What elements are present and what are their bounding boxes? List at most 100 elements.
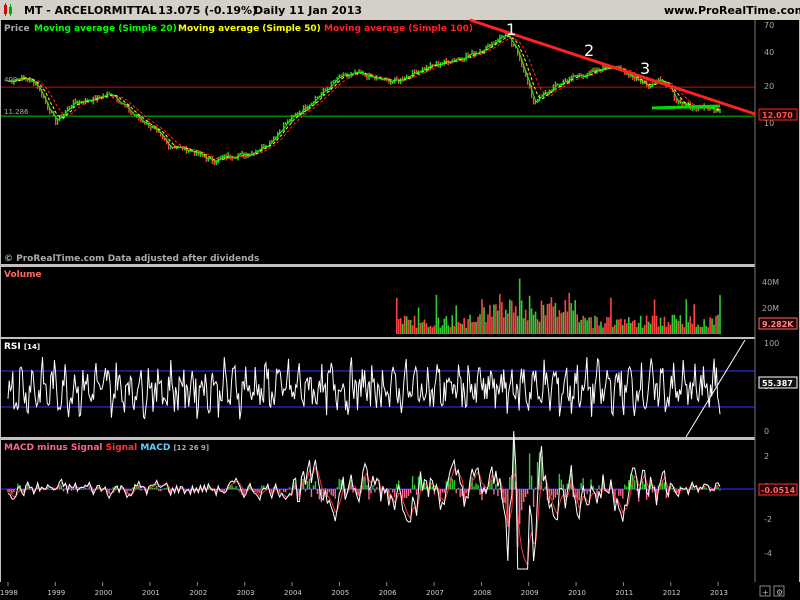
volume-bar — [451, 315, 454, 334]
volume-bar — [655, 315, 658, 334]
macd-tick-neg4: -4 — [764, 549, 772, 558]
volume-bar — [544, 315, 547, 334]
macd-hist-bar — [110, 489, 112, 490]
volume-bar — [627, 317, 630, 334]
macd-hist-bar — [304, 489, 307, 492]
x-tick-label: 2011 — [615, 589, 633, 597]
volume-bar — [639, 315, 642, 334]
volume-bar — [657, 326, 660, 334]
zoom-icon: + — [762, 588, 769, 597]
macd-hist-bar — [598, 485, 600, 490]
macd-hist-bar — [261, 485, 263, 490]
x-tick-label: 2005 — [331, 589, 349, 597]
volume-bar — [435, 294, 438, 334]
macd-hist-bar — [552, 489, 555, 500]
price-tick-70: 70 — [764, 21, 774, 30]
volume-bar — [643, 324, 646, 334]
macd-hist-bar — [717, 486, 719, 490]
macd-hist-bar — [306, 481, 309, 490]
period-label: Daily 11 Jan 2013 — [254, 4, 362, 17]
volume-bar — [612, 326, 614, 334]
macd-macd-label: MACD — [140, 443, 170, 453]
macd-hist-bar — [457, 487, 459, 490]
volume-bar — [614, 324, 616, 334]
macd-hist-bar — [473, 486, 475, 490]
macd-hist-bar — [671, 488, 674, 490]
volume-bar — [526, 320, 529, 334]
volume-bar — [594, 315, 596, 334]
x-tick-label: 2006 — [379, 589, 397, 597]
macd-hist-bar — [495, 484, 497, 490]
macd-hist-bar — [330, 489, 332, 496]
volume-bar — [403, 315, 406, 334]
macd-hist-bar — [477, 484, 479, 490]
macd-hist-bar — [455, 489, 457, 494]
macd-hist-bar — [152, 487, 154, 490]
site-label[interactable]: www.ProRealTime.com — [664, 4, 800, 17]
macd-hist-bar — [558, 473, 561, 490]
macd-hist-bar — [415, 489, 418, 495]
macd-hist-bar — [372, 484, 374, 490]
x-tick-label: 2000 — [95, 589, 113, 597]
volume-bar — [570, 303, 573, 334]
volume-bar — [415, 327, 418, 334]
macd-hist-bar — [431, 486, 434, 490]
volume-bar — [637, 322, 640, 334]
macd-hist-bar — [74, 486, 77, 490]
volume-bar — [606, 317, 608, 334]
volume-bar — [477, 316, 479, 334]
volume-bar — [608, 317, 610, 334]
volume-bar — [501, 301, 503, 334]
volume-bar — [528, 295, 531, 334]
macd-hist-bar — [586, 489, 588, 495]
volume-bar — [647, 321, 650, 334]
volume-bar — [667, 321, 670, 334]
gear-icon: ⚙ — [776, 588, 783, 597]
macd-hist-bar — [596, 489, 598, 496]
macd-hist-bar — [520, 489, 523, 511]
volume-bar — [624, 319, 626, 334]
volume-bar — [693, 304, 696, 334]
volume-bar — [592, 327, 594, 334]
volume-bar — [503, 317, 505, 334]
macd-hist-bar — [705, 487, 707, 490]
volume-bar — [471, 322, 473, 334]
macd-hist-bar — [64, 488, 67, 490]
macd-hist-bar — [707, 488, 709, 490]
volume-bar — [409, 319, 412, 334]
volume-bar — [510, 300, 513, 334]
macd-hist-bar — [158, 489, 160, 492]
macd-hist-bar — [29, 489, 31, 491]
volume-bar — [506, 313, 509, 334]
volume-bar — [625, 323, 628, 334]
macd-hist-bar — [578, 489, 580, 501]
macd-hist-bar — [588, 489, 590, 492]
volume-bar — [562, 312, 565, 334]
volume-bar — [491, 316, 493, 334]
volume-bar — [417, 307, 420, 334]
volume-value: 9.282K — [762, 320, 794, 329]
volume-bar — [633, 319, 636, 334]
volume-bar — [566, 311, 569, 334]
volume-bar — [431, 327, 434, 334]
volume-bar — [590, 317, 592, 334]
rsi-value: 55.387 — [762, 379, 793, 388]
x-tick-label: 2004 — [284, 589, 302, 597]
volume-bar — [487, 314, 489, 334]
macd-hist-bar — [286, 489, 289, 490]
volume-bar — [461, 323, 463, 334]
macd-hist-bar — [532, 489, 535, 507]
volume-bar — [584, 317, 586, 334]
volume-bar — [429, 325, 432, 334]
volume-bar — [522, 318, 525, 334]
macd-hist-bar — [530, 475, 533, 490]
macd-hist-bar — [624, 484, 626, 490]
macd-hist-bar — [641, 480, 644, 490]
macd-hist-bar — [288, 487, 291, 490]
volume-bar — [602, 327, 604, 334]
consolidation-line[interactable] — [651, 104, 721, 110]
volume-bar — [469, 314, 471, 334]
volume-bar — [552, 306, 555, 334]
macd-hist-bar — [497, 489, 499, 496]
macd-hist-bar — [594, 488, 596, 490]
